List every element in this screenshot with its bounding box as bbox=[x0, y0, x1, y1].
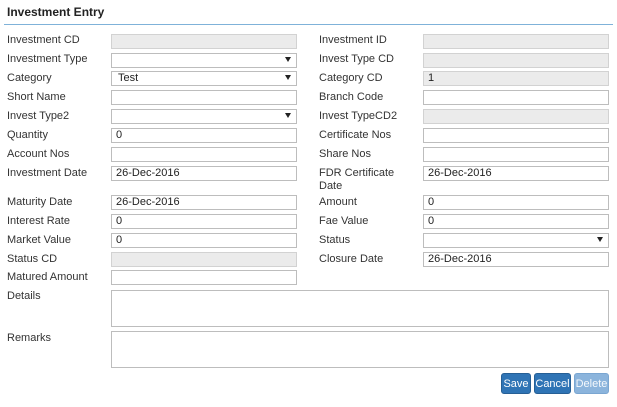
account-nos-input[interactable] bbox=[111, 147, 297, 162]
fdr-certificate-date-input[interactable]: 26-Dec-2016 bbox=[423, 166, 609, 181]
closure-date-label: Closure Date bbox=[319, 253, 384, 265]
short-name-input[interactable] bbox=[111, 90, 297, 105]
amount-input[interactable]: 0 bbox=[423, 195, 609, 210]
remarks-label: Remarks bbox=[7, 332, 52, 344]
branch-code-label: Branch Code bbox=[319, 91, 384, 103]
remarks-textarea[interactable] bbox=[111, 331, 609, 368]
investment-cd-label: Investment CD bbox=[7, 34, 80, 46]
invest-type-cd-label: Invest Type CD bbox=[319, 53, 394, 65]
certificate-nos-input[interactable] bbox=[423, 128, 609, 143]
branch-code-input[interactable] bbox=[423, 90, 609, 105]
title-divider bbox=[4, 24, 613, 25]
interest-rate-input[interactable]: 0 bbox=[111, 214, 297, 229]
details-textarea[interactable] bbox=[111, 290, 609, 327]
cancel-button[interactable]: Cancel bbox=[534, 373, 571, 394]
share-nos-label: Share Nos bbox=[319, 148, 371, 160]
investment-type-select[interactable] bbox=[111, 53, 297, 68]
chevron-down-icon bbox=[597, 237, 603, 242]
fdr-certificate-date-label: FDR Certificate Date bbox=[319, 167, 395, 192]
chevron-down-icon bbox=[285, 75, 291, 80]
maturity-date-input[interactable]: 26-Dec-2016 bbox=[111, 195, 297, 210]
account-nos-label: Account Nos bbox=[7, 148, 70, 160]
chevron-down-icon bbox=[285, 113, 291, 118]
chevron-down-icon bbox=[285, 57, 291, 62]
investment-date-label: Investment Date bbox=[7, 167, 88, 179]
maturity-date-label: Maturity Date bbox=[7, 196, 73, 208]
quantity-input[interactable]: 0 bbox=[111, 128, 297, 143]
status-cd-label: Status CD bbox=[7, 253, 58, 265]
share-nos-input[interactable] bbox=[423, 147, 609, 162]
invest-type-cd-field bbox=[423, 53, 609, 68]
page-title: Investment Entry bbox=[7, 5, 105, 19]
quantity-label: Quantity bbox=[7, 129, 48, 141]
investment-date-input[interactable]: 26-Dec-2016 bbox=[111, 166, 297, 181]
invest-type2-select[interactable] bbox=[111, 109, 297, 124]
status-cd-field bbox=[111, 252, 297, 267]
interest-rate-label: Interest Rate bbox=[7, 215, 70, 227]
investment-id-field bbox=[423, 34, 609, 49]
fae-value-input[interactable]: 0 bbox=[423, 214, 609, 229]
market-value-input[interactable]: 0 bbox=[111, 233, 297, 248]
category-cd-label: Category CD bbox=[319, 72, 383, 84]
invest-type-cd2-label: Invest TypeCD2 bbox=[319, 110, 398, 122]
invest-type2-label: Invest Type2 bbox=[7, 110, 70, 122]
amount-label: Amount bbox=[319, 196, 357, 208]
category-value: Test bbox=[118, 72, 139, 84]
investment-id-label: Investment ID bbox=[319, 34, 387, 46]
short-name-label: Short Name bbox=[7, 91, 66, 103]
investment-type-label: Investment Type bbox=[7, 53, 88, 65]
save-button[interactable]: Save bbox=[501, 373, 531, 394]
fae-value-label: Fae Value bbox=[319, 215, 369, 227]
matured-amount-label: Matured Amount bbox=[7, 271, 88, 283]
invest-type-cd2-field bbox=[423, 109, 609, 124]
status-label: Status bbox=[319, 234, 351, 246]
category-select[interactable]: Test bbox=[111, 71, 297, 86]
investment-cd-field bbox=[111, 34, 297, 49]
certificate-nos-label: Certificate Nos bbox=[319, 129, 392, 141]
matured-amount-input[interactable] bbox=[111, 270, 297, 285]
delete-button[interactable]: Delete bbox=[574, 373, 609, 394]
details-label: Details bbox=[7, 290, 41, 302]
market-value-label: Market Value bbox=[7, 234, 71, 246]
category-cd-field: 1 bbox=[423, 71, 609, 86]
closure-date-input[interactable]: 26-Dec-2016 bbox=[423, 252, 609, 267]
status-select[interactable] bbox=[423, 233, 609, 248]
category-label: Category bbox=[7, 72, 52, 84]
